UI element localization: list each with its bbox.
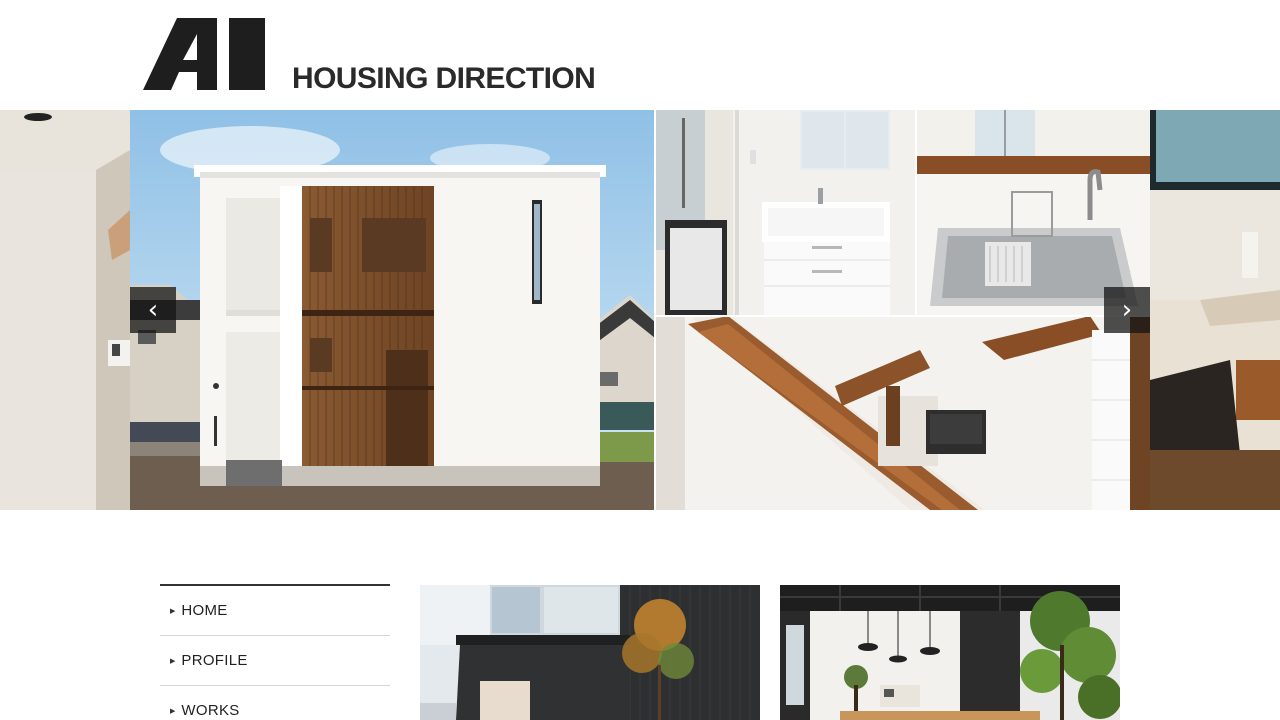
chevron-right-icon: › (1121, 295, 1133, 325)
hero-slider[interactable]: ‹ › (0, 110, 1280, 510)
nav-item-label: PROFILE (181, 652, 248, 669)
caret-right-icon: ▶ (170, 706, 176, 715)
photo-stairwell-wood-handrail (655, 316, 1150, 510)
photo-kitchen-sink (917, 110, 1150, 316)
thumbnail-office-interior[interactable] (780, 585, 1120, 720)
site-logo[interactable]: HOUSING DIRECTION (143, 16, 613, 95)
slide-interior-desk-next (1150, 110, 1280, 510)
nav-item-works[interactable]: ▶ WORKS (160, 686, 390, 720)
side-navigation: ▶ HOME ▶ PROFILE ▶ WORKS (160, 584, 390, 720)
slide-main (130, 110, 1150, 510)
photo-bathroom-vanity (655, 110, 915, 316)
photo-white-house-exterior (130, 110, 655, 510)
logo-mark-ai (143, 18, 265, 90)
logo-text: HOUSING DIRECTION (292, 62, 596, 95)
nav-item-home[interactable]: ▶ HOME (160, 586, 390, 636)
thumbnail-dark-house-exterior[interactable] (420, 585, 760, 720)
nav-item-profile[interactable]: ▶ PROFILE (160, 636, 390, 686)
caret-right-icon: ▶ (170, 606, 176, 615)
site-header: HOUSING DIRECTION (0, 0, 1280, 110)
slider-next-button[interactable]: › (1104, 287, 1150, 333)
nav-item-label: WORKS (181, 702, 240, 719)
chevron-left-icon: ‹ (147, 295, 159, 325)
slide-interior-room-prev (0, 110, 130, 510)
caret-right-icon: ▶ (170, 656, 176, 665)
slider-prev-button[interactable]: ‹ (130, 287, 176, 333)
nav-item-label: HOME (181, 602, 228, 619)
